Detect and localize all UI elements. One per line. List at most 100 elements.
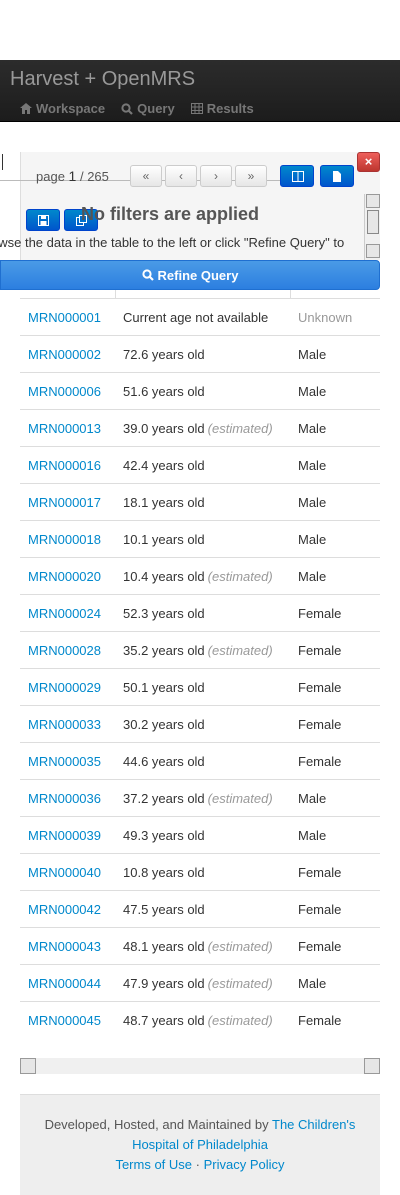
sex-cell: Male (298, 421, 327, 436)
page-indicator: page 1 / 265 (36, 168, 109, 184)
mrn-link[interactable]: MRN000020 (28, 569, 101, 584)
age-cell: 35.2 years old (estimated) (123, 643, 273, 658)
prev-page-button[interactable]: ‹ (165, 165, 197, 187)
save-button[interactable] (26, 209, 60, 231)
filter-panel: page 1 / 265 « ‹ › » × No filters are ap… (0, 152, 380, 290)
sex-cell: Male (298, 347, 327, 362)
table-row: MRN000029 50.1 years old Female (20, 668, 380, 705)
table-row: MRN000033 30.2 years old Female (20, 705, 380, 742)
mrn-link[interactable]: MRN000001 (28, 310, 101, 325)
mrn-link[interactable]: MRN000024 (28, 606, 101, 621)
nav-workspace[interactable]: Workspace (20, 101, 105, 116)
search-icon (121, 102, 133, 115)
mrn-link[interactable]: MRN000013 (28, 421, 101, 436)
sex-cell: Unknown (298, 310, 353, 325)
estimated-flag: (estimated) (207, 976, 273, 991)
panel-scrollbar[interactable] (364, 194, 380, 260)
age-cell: 10.8 years old (123, 865, 208, 880)
mrn-link[interactable]: MRN000016 (28, 458, 101, 473)
age-value: 47.9 years old (123, 976, 205, 991)
age-value: 42.4 years old (123, 458, 205, 473)
estimated-flag: (estimated) (207, 939, 273, 954)
close-panel-button[interactable]: × (357, 152, 380, 172)
age-value: 48.7 years old (123, 1013, 205, 1028)
mrn-link[interactable]: MRN000039 (28, 828, 101, 843)
table-row: MRN000028 35.2 years old (estimated) Female (20, 631, 380, 668)
columns-icon (292, 171, 304, 182)
columns-button[interactable] (280, 165, 314, 187)
table-row: MRN000006 51.6 years old Male (20, 372, 380, 409)
scroll-right-arrow[interactable] (364, 1058, 380, 1074)
age-value: 44.6 years old (123, 754, 205, 769)
age-cell: 47.9 years old (estimated) (123, 976, 273, 991)
mrn-link[interactable]: MRN000045 (28, 1013, 101, 1028)
age-value: 10.8 years old (123, 865, 205, 880)
sex-cell: Male (298, 495, 327, 510)
table-row: MRN000017 18.1 years old Male (20, 483, 380, 520)
table-row: MRN000018 10.1 years old Male (20, 520, 380, 557)
age-value: 10.1 years old (123, 532, 205, 547)
sex-cell: Male (298, 532, 327, 547)
mrn-link[interactable]: MRN000018 (28, 532, 101, 547)
scroll-thumb[interactable] (367, 210, 379, 234)
nav-query-label: Query (137, 101, 175, 116)
app-title[interactable]: Harvest + OpenMRS (10, 68, 195, 91)
age-value: 30.2 years old (123, 717, 205, 732)
mrn-link[interactable]: MRN000035 (28, 754, 101, 769)
sex-cell: Male (298, 791, 327, 806)
age-cell: 50.1 years old (123, 680, 208, 695)
age-value: 51.6 years old (123, 384, 205, 399)
age-cell: 48.1 years old (estimated) (123, 939, 273, 954)
privacy-link[interactable]: Privacy Policy (204, 1157, 285, 1172)
mrn-link[interactable]: MRN000028 (28, 643, 101, 658)
refine-query-button[interactable]: Refine Query (0, 260, 380, 290)
age-cell: 10.1 years old (123, 532, 208, 547)
age-value: 50.1 years old (123, 680, 205, 695)
nav-query[interactable]: Query (121, 101, 175, 116)
mrn-link[interactable]: MRN000043 (28, 939, 101, 954)
age-value: 48.1 years old (123, 939, 205, 954)
scroll-left-arrow[interactable] (20, 1058, 36, 1074)
table-row: MRN000020 10.4 years old (estimated) Male (20, 557, 380, 594)
terms-link[interactable]: Terms of Use (115, 1157, 192, 1172)
age-cell: 47.5 years old (123, 902, 208, 917)
sex-cell: Male (298, 569, 327, 584)
table-row: MRN000045 48.7 years old (estimated) Female (20, 1001, 380, 1038)
sex-cell: Male (298, 976, 327, 991)
sex-cell: Female (298, 865, 342, 880)
mrn-link[interactable]: MRN000002 (28, 347, 101, 362)
next-page-button[interactable]: › (200, 165, 232, 187)
mrn-link[interactable]: MRN000033 (28, 717, 101, 732)
mrn-link[interactable]: MRN000044 (28, 976, 101, 991)
scroll-up-arrow[interactable] (366, 194, 380, 208)
first-page-button[interactable]: « (130, 165, 162, 187)
mrn-link[interactable]: MRN000042 (28, 902, 101, 917)
nav-results[interactable]: Results (190, 101, 254, 116)
age-value: 49.3 years old (123, 828, 205, 843)
sex-cell: Female (298, 754, 342, 769)
mrn-link[interactable]: MRN000036 (28, 791, 101, 806)
last-page-button[interactable]: » (235, 165, 267, 187)
main-nav: Workspace Query Results (20, 101, 270, 116)
estimated-flag: (estimated) (207, 1013, 273, 1028)
export-button[interactable] (320, 165, 354, 187)
table-row: MRN000035 44.6 years old Female (20, 742, 380, 779)
table-row: MRN000016 42.4 years old Male (20, 446, 380, 483)
estimated-flag: (estimated) (207, 791, 273, 806)
mrn-link[interactable]: MRN000017 (28, 495, 101, 510)
file-icon (333, 171, 341, 182)
navbar: Harvest + OpenMRS Workspace Query Result (0, 60, 400, 122)
scroll-down-arrow[interactable] (366, 244, 380, 258)
mrn-link[interactable]: MRN000029 (28, 680, 101, 695)
no-filters-text: owse the data in the table to the left o… (0, 235, 360, 250)
mrn-link[interactable]: MRN000040 (28, 865, 101, 880)
horizontal-scrollbar[interactable] (20, 1058, 380, 1074)
mrn-link[interactable]: MRN000006 (28, 384, 101, 399)
footer-links: Terms of Use · Privacy Policy (20, 1155, 380, 1175)
age-value: Current age not available (123, 310, 269, 325)
table-row: MRN000036 37.2 years old (estimated) Male (20, 779, 380, 816)
footer-separator: · (195, 1157, 200, 1172)
sex-cell: Male (298, 458, 327, 473)
pager: « ‹ › » (130, 165, 270, 187)
age-cell: 44.6 years old (123, 754, 208, 769)
